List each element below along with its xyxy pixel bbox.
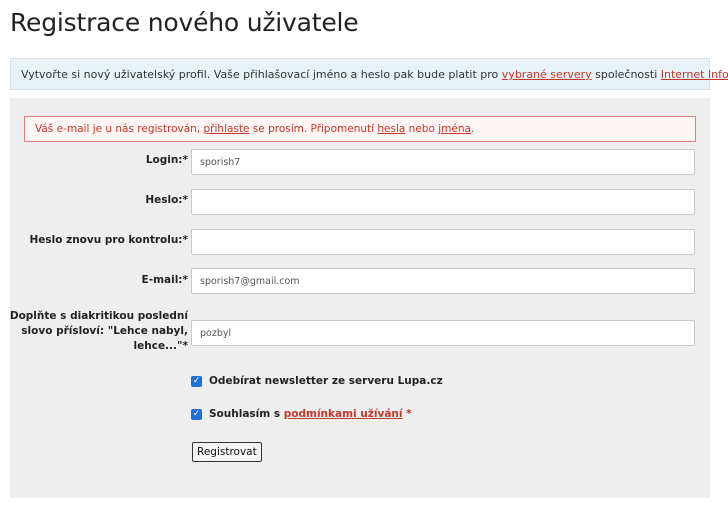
servers-link[interactable]: vybrané servery <box>502 68 592 81</box>
check-icon: ✓ <box>192 409 201 419</box>
terms-label: Souhlasím s podmínkami užívání * <box>209 408 412 420</box>
info-text-middle: společnosti <box>591 68 661 81</box>
register-button[interactable]: Registrovat <box>192 442 262 462</box>
terms-required-mark: * <box>402 408 412 420</box>
terms-checkbox[interactable]: ✓ <box>191 409 202 420</box>
error-text-1: Váš e-mail je u nás registrován, <box>35 123 204 135</box>
login-input[interactable] <box>191 149 695 175</box>
error-text-3: nebo <box>405 123 439 135</box>
proverb-label: Doplňte s diakritikou poslední slovo pří… <box>9 310 188 352</box>
page-title: Registrace nového uživatele <box>10 8 359 37</box>
info-text-before: Vytvořte si nový uživatelský profil. Vaš… <box>21 68 502 81</box>
password-label: Heslo:* <box>145 194 188 206</box>
error-message: Váš e-mail je u nás registrován, přihlas… <box>24 116 696 142</box>
password-reminder-link[interactable]: hesla <box>377 123 405 135</box>
check-icon: ✓ <box>192 376 201 386</box>
proverb-input[interactable] <box>191 320 695 346</box>
email-label: E-mail:* <box>141 274 188 286</box>
company-link[interactable]: Internet Info <box>661 68 728 81</box>
error-text-2: se prosím. Připomenutí <box>249 123 378 135</box>
newsletter-label: Odebírat newsletter ze serveru Lupa.cz <box>209 375 443 387</box>
login-label: Login:* <box>145 154 188 166</box>
registration-form-panel: Váš e-mail je u nás registrován, přihlas… <box>10 98 710 498</box>
newsletter-checkbox[interactable]: ✓ <box>191 376 202 387</box>
info-banner: Vytvořte si nový uživatelský profil. Vaš… <box>10 58 728 90</box>
terms-text: Souhlasím s <box>209 408 284 420</box>
password-input[interactable] <box>191 189 695 215</box>
name-reminder-link[interactable]: jména <box>438 123 471 135</box>
password-confirm-label: Heslo znovu pro kontrolu:* <box>29 234 188 246</box>
login-link[interactable]: přihlaste <box>204 123 250 135</box>
error-text-4: . <box>470 123 475 135</box>
email-input[interactable] <box>191 268 695 294</box>
password-confirm-input[interactable] <box>191 229 695 255</box>
terms-link[interactable]: podmínkami užívání <box>284 408 403 420</box>
